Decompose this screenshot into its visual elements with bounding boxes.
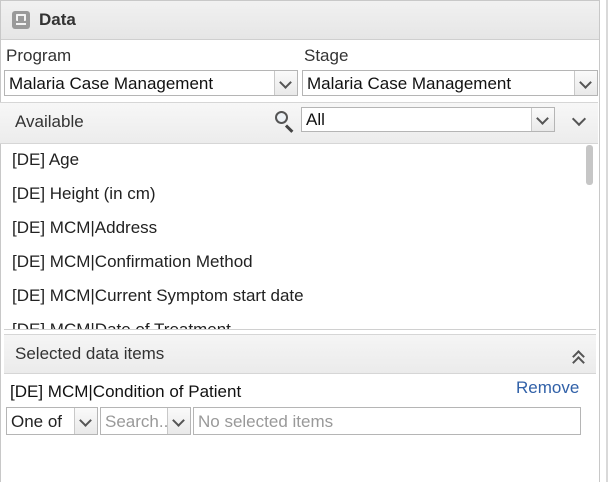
search-icon[interactable] xyxy=(273,109,297,133)
stage-dropdown-trigger[interactable] xyxy=(574,71,597,95)
list-item[interactable]: [DE] Height (in cm) xyxy=(12,184,156,204)
operator-value: One of xyxy=(11,412,63,431)
available-list[interactable]: [DE] Age [DE] Height (in cm) [DE] MCM|Ad… xyxy=(4,143,596,330)
available-filter-select[interactable]: All xyxy=(301,107,555,132)
item-search-placeholder: Search... xyxy=(105,412,171,431)
stage-select-value: Malaria Case Management xyxy=(307,74,512,93)
selected-values-placeholder: No selected items xyxy=(198,412,334,431)
list-scrollbar[interactable] xyxy=(586,145,593,185)
selected-items-label: Selected data items xyxy=(15,344,165,363)
selected-values-field[interactable]: No selected items xyxy=(193,407,581,435)
chevron-down-icon xyxy=(172,414,185,427)
filter-dropdown-trigger[interactable] xyxy=(531,108,554,131)
available-label: Available xyxy=(15,112,84,131)
list-item[interactable]: [DE] MCM|Address xyxy=(12,218,157,238)
list-item[interactable]: [DE] Age xyxy=(12,150,79,170)
program-select-value: Malaria Case Management xyxy=(9,74,214,93)
panel-header: Data xyxy=(1,1,599,40)
chevron-down-icon xyxy=(536,112,549,125)
chevron-down-icon xyxy=(579,76,592,89)
list-item[interactable]: [DE] MCM|Confirmation Method xyxy=(12,252,253,272)
selected-item-name: [DE] MCM|Condition of Patient xyxy=(10,382,242,401)
item-search-trigger[interactable] xyxy=(167,408,190,434)
program-select[interactable]: Malaria Case Management xyxy=(4,70,298,96)
stage-label: Stage xyxy=(304,46,349,65)
chevron-down-icon xyxy=(79,414,92,427)
list-item[interactable]: [DE] MCM|Date of Treatment xyxy=(12,320,231,329)
stage-select[interactable]: Malaria Case Management xyxy=(302,70,598,96)
window-edge xyxy=(606,0,608,482)
chevron-down-icon xyxy=(279,76,292,89)
operator-select[interactable]: One of xyxy=(6,407,98,435)
program-label: Program xyxy=(6,46,72,65)
remove-link[interactable]: Remove xyxy=(516,378,579,398)
item-search-combo[interactable]: Search... xyxy=(100,407,191,435)
program-dropdown-trigger[interactable] xyxy=(274,71,297,95)
double-chevron-up-icon[interactable] xyxy=(571,349,585,369)
operator-dropdown-trigger[interactable] xyxy=(74,408,97,434)
panel-title: Data xyxy=(39,10,76,29)
data-icon xyxy=(12,11,30,29)
list-item[interactable]: [DE] MCM|Current Symptom start date xyxy=(12,286,304,306)
available-filter-value: All xyxy=(306,110,325,129)
